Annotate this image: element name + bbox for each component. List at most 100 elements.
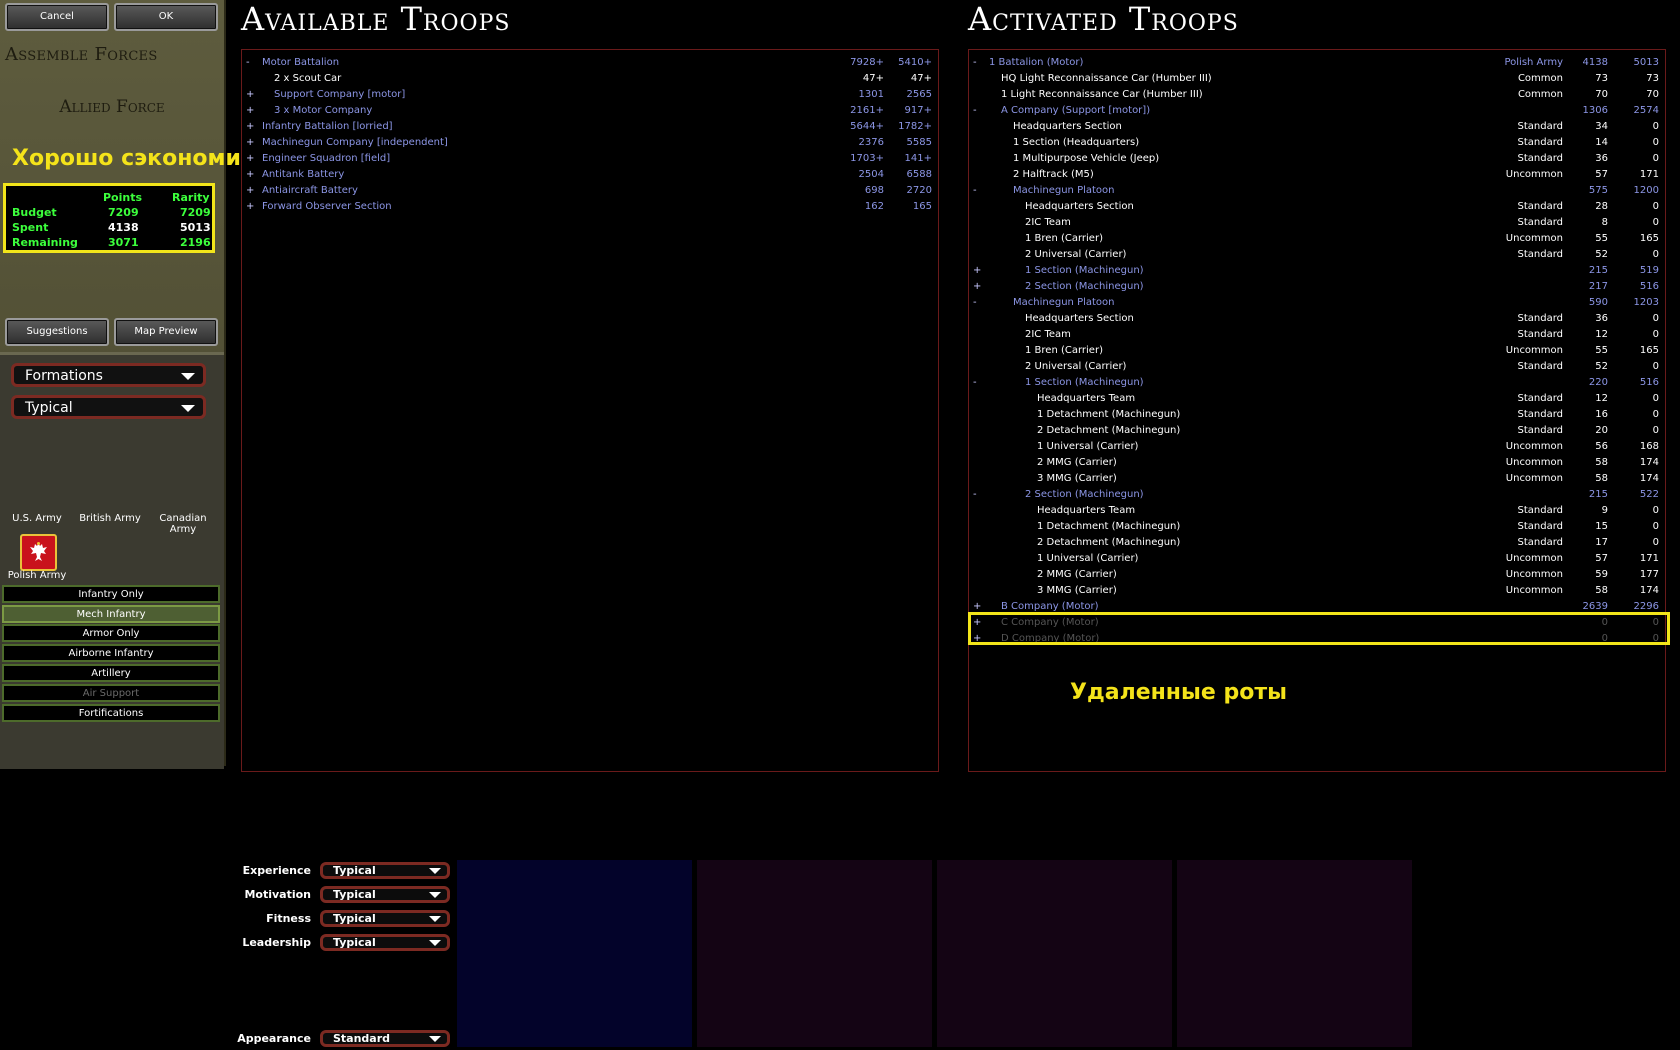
category-infantry-only[interactable]: Infantry Only [2,585,220,603]
army-british[interactable]: British Army [74,513,146,524]
army-us[interactable]: U.S. Army [1,513,73,524]
troop-row[interactable]: Headquarters Section Standard 28 0 [973,199,1659,215]
troop-row[interactable]: 2 Halftrack (M5) Uncommon 57 171 [973,167,1659,183]
troop-row[interactable]: + Support Company [motor] 1301 2565 [246,87,932,103]
troop-row[interactable]: - 1 Section (Machinegun) 220 516 [973,375,1659,391]
troop-points: 215 [1588,489,1608,500]
troop-row[interactable]: HQ Light Reconnaissance Car (Humber III)… [973,71,1659,87]
category-airborne-infantry[interactable]: Airborne Infantry [2,644,220,662]
troop-row[interactable]: Headquarters Section Standard 36 0 [973,311,1659,327]
troop-row[interactable]: 1 Bren (Carrier) Uncommon 55 165 [973,343,1659,359]
troop-row[interactable]: +2 Section (Machinegun) 217 516 [973,279,1659,295]
troop-points: 70 [1595,89,1608,100]
troop-row[interactable]: 2IC Team Standard 12 0 [973,327,1659,343]
polish-eagle-icon[interactable] [20,534,57,571]
troop-row[interactable]: 1 Universal (Carrier) Uncommon 57 171 [973,551,1659,567]
troop-row[interactable]: Headquarters Section Standard 34 0 [973,119,1659,135]
expand-toggle[interactable]: + [973,263,981,279]
category-armor-only[interactable]: Armor Only [2,624,220,642]
collapse-toggle[interactable]: - [973,55,977,71]
leadership-dropdown[interactable]: Typical [320,934,450,951]
troop-row[interactable]: + Antiaircraft Battery 698 2720 [246,183,932,199]
troop-row[interactable]: 3 MMG (Carrier) Uncommon 58 174 [973,583,1659,599]
motivation-dropdown[interactable]: Typical [320,886,450,903]
collapse-toggle[interactable]: - [973,295,977,311]
troop-row[interactable]: - 2 Section (Machinegun) 215 522 [973,487,1659,503]
troop-row[interactable]: - 1 Battalion (Motor) Polish Army 4138 5013 [973,55,1659,71]
troop-row[interactable]: + Forward Observer Section 162 165 [246,199,932,215]
formations-dropdown[interactable]: Formations [11,363,206,387]
troop-row[interactable]: - Motor Battalion 7928+ 5410+ [246,55,932,71]
troop-name: 2 Detachment (Machinegun) [1037,425,1181,436]
army-canadian[interactable]: Canadian Army [147,513,219,535]
troop-row[interactable]: 2 MMG (Carrier) Uncommon 58 174 [973,455,1659,471]
category-fortifications[interactable]: Fortifications [2,704,220,722]
expand-toggle[interactable]: + [246,199,254,215]
collapse-toggle[interactable]: - [973,183,977,199]
map-preview-button[interactable]: Map Preview [114,318,218,346]
expand-toggle[interactable]: + [246,135,254,151]
expand-toggle[interactable]: + [246,183,254,199]
troop-row[interactable]: Headquarters Team Standard 12 0 [973,391,1659,407]
troop-row[interactable]: 1 Section (Headquarters) Standard 14 0 [973,135,1659,151]
expand-toggle[interactable]: + [246,167,254,183]
troop-row[interactable]: 1 Universal (Carrier) Uncommon 56 168 [973,439,1659,455]
troop-row[interactable]: 1 Detachment (Machinegun) Standard 15 0 [973,519,1659,535]
troop-points: 698 [864,185,884,196]
fitness-dropdown[interactable]: Typical [320,910,450,927]
troop-rarity: Standard [1517,425,1564,436]
troop-row[interactable]: +1 Section (Machinegun) 215 519 [973,263,1659,279]
troop-row[interactable]: +3 x Motor Company 2161+ 917+ [246,103,932,119]
expand-toggle[interactable]: + [246,151,254,167]
category-mech-infantry[interactable]: Mech Infantry [2,605,220,623]
expand-toggle[interactable]: + [246,103,254,119]
cancel-button[interactable]: Cancel [5,3,109,31]
troop-row[interactable]: 2 x Scout Car 47+ 47+ [246,71,932,87]
budget-table: Points Rarity Budget 7209 7209 Spent 413… [3,183,215,253]
fitness-label: Fitness [266,912,311,925]
expand-toggle[interactable]: + [246,87,254,103]
army-polish[interactable]: Polish Army [1,570,73,581]
troop-row[interactable]: 2IC Team Standard 8 0 [973,215,1659,231]
troop-row[interactable]: 1 Detachment (Machinegun) Standard 16 0 [973,407,1659,423]
troop-row[interactable]: + Engineer Squadron [field] 1703+ 141+ [246,151,932,167]
troop-name: Antiaircraft Battery [262,185,358,196]
expand-toggle[interactable]: + [973,279,981,295]
troop-rarity: Standard [1517,249,1564,260]
experience-dropdown[interactable]: Typical [320,862,450,879]
troop-rarity-cost: 165 [912,201,932,212]
formations-dropdown-value: Formations [25,368,103,384]
troop-row[interactable]: 2 Universal (Carrier) Standard 52 0 [973,247,1659,263]
quality-dropdown[interactable]: Typical [11,395,206,419]
troop-row[interactable]: + Infantry Battalion [lorried] 5644+ 1782+ [246,119,932,135]
troop-row[interactable]: 2 MMG (Carrier) Uncommon 59 177 [973,567,1659,583]
suggestions-button[interactable]: Suggestions [5,318,109,346]
expand-toggle[interactable]: + [246,119,254,135]
troop-row[interactable]: 2 Detachment (Machinegun) Standard 17 0 [973,535,1659,551]
collapse-toggle[interactable]: - [973,375,977,391]
collapse-toggle[interactable]: - [973,103,977,119]
troop-row[interactable]: - Machinegun Platoon 575 1200 [973,183,1659,199]
appearance-dropdown[interactable]: Standard [320,1030,450,1047]
troop-row[interactable]: 2 Universal (Carrier) Standard 52 0 [973,359,1659,375]
troop-points: 590 [1588,297,1608,308]
category-artillery[interactable]: Artillery [2,664,220,682]
troop-points: 2161+ [850,105,884,116]
troop-row[interactable]: Headquarters Team Standard 9 0 [973,503,1659,519]
troop-row[interactable]: 2 Detachment (Machinegun) Standard 20 0 [973,423,1659,439]
troop-row[interactable]: - A Company (Support [motor]) 1306 2574 [973,103,1659,119]
troop-rarity-cost: 0 [1652,329,1659,340]
troop-row[interactable]: 1 Multipurpose Vehicle (Jeep) Standard 36 0 [973,151,1659,167]
troop-row[interactable]: + Antitank Battery 2504 6588 [246,167,932,183]
troop-row[interactable]: 3 MMG (Carrier) Uncommon 58 174 [973,471,1659,487]
troop-row[interactable]: + Machinegun Company [independent] 2376 558… [246,135,932,151]
collapse-toggle[interactable]: - [246,55,250,71]
troop-points: 215 [1588,265,1608,276]
category-air-support[interactable]: Air Support [2,684,220,702]
ok-button[interactable]: OK [114,3,218,31]
collapse-toggle[interactable]: - [973,487,977,503]
troop-row[interactable]: 1 Bren (Carrier) Uncommon 55 165 [973,231,1659,247]
troop-row[interactable]: 1 Light Reconnaissance Car (Humber III) C… [973,87,1659,103]
troop-points: 58 [1595,473,1608,484]
troop-row[interactable]: - Machinegun Platoon 590 1203 [973,295,1659,311]
